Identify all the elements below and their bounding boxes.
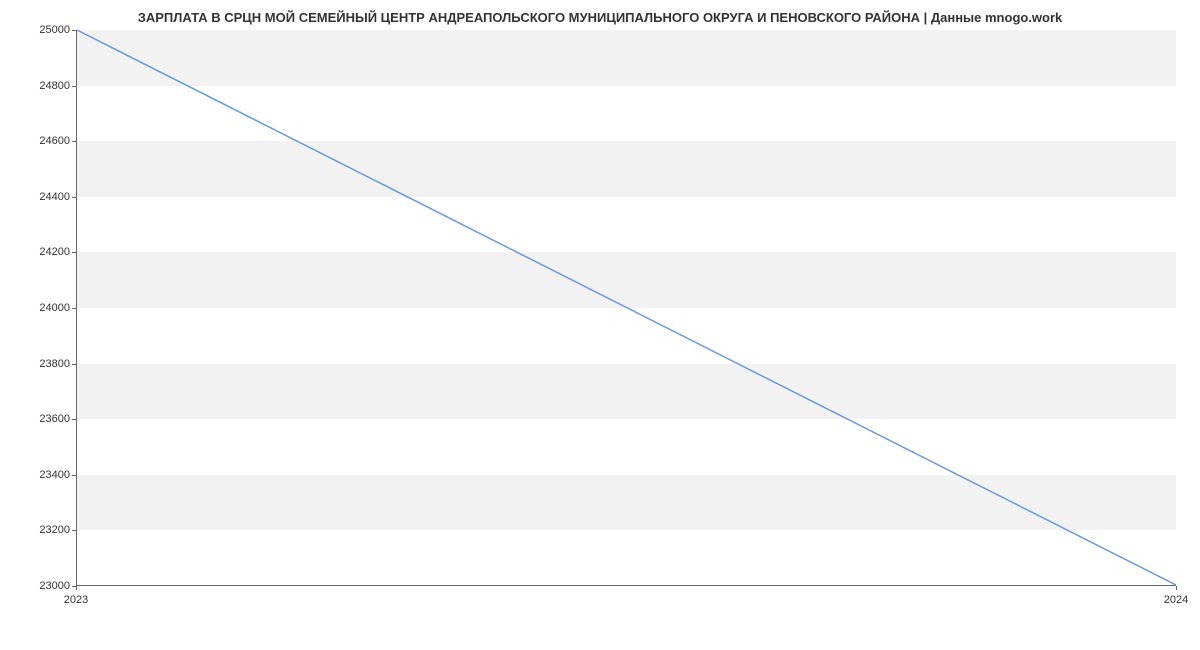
line-series <box>77 30 1176 585</box>
y-axis-tick-label: 23800 <box>38 358 70 370</box>
y-axis-tick-label: 23600 <box>38 413 70 425</box>
x-axis-tick-mark <box>76 586 77 590</box>
y-axis-tick-mark <box>72 197 76 198</box>
y-axis-tick-mark <box>72 141 76 142</box>
x-axis-tick-label: 2024 <box>1164 594 1188 606</box>
y-axis-tick-label: 24600 <box>38 135 70 147</box>
chart-container: ЗАРПЛАТА В СРЦН МОЙ СЕМЕЙНЫЙ ЦЕНТР АНДРЕ… <box>0 0 1200 620</box>
y-axis-tick-label: 23000 <box>38 580 70 592</box>
y-axis-tick-mark <box>72 530 76 531</box>
y-axis-tick-mark <box>72 475 76 476</box>
y-axis-tick-label: 24200 <box>38 246 70 258</box>
plot-area <box>76 30 1176 586</box>
y-axis-tick-mark <box>72 252 76 253</box>
y-axis-tick-label: 25000 <box>38 24 70 36</box>
x-axis-tick-mark <box>1176 586 1177 590</box>
y-axis-tick-label: 24800 <box>38 80 70 92</box>
y-axis-tick-mark <box>72 308 76 309</box>
y-axis-tick-label: 24000 <box>38 302 70 314</box>
y-axis-tick-mark <box>72 86 76 87</box>
x-axis-tick-label: 2023 <box>64 594 88 606</box>
chart-title: ЗАРПЛАТА В СРЦН МОЙ СЕМЕЙНЫЙ ЦЕНТР АНДРЕ… <box>0 0 1200 33</box>
y-axis-tick-label: 23400 <box>38 469 70 481</box>
y-axis-tick-mark <box>72 30 76 31</box>
y-axis-tick-mark <box>72 419 76 420</box>
y-axis-tick-label: 23200 <box>38 524 70 536</box>
y-axis-tick-mark <box>72 364 76 365</box>
y-axis-tick-label: 24400 <box>38 191 70 203</box>
